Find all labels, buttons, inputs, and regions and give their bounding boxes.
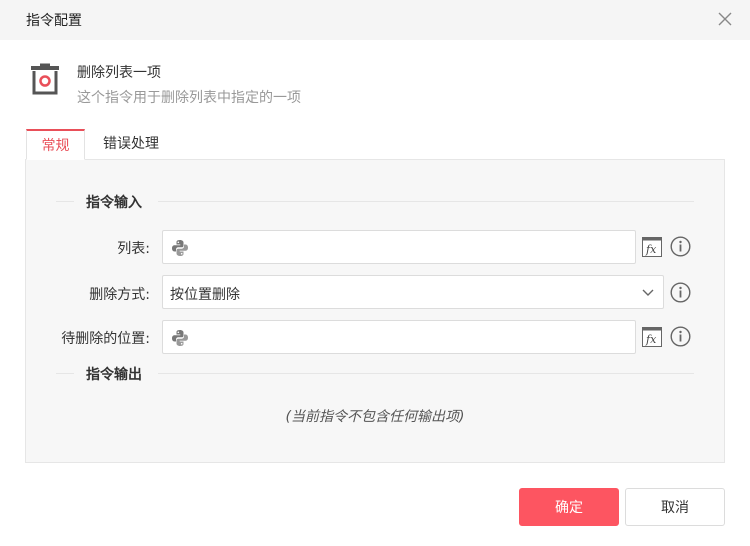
python-icon [171, 239, 189, 257]
tab-general[interactable]: 常规 [26, 129, 85, 160]
position-input[interactable] [162, 320, 636, 354]
tab-error-handling[interactable]: 错误处理 [88, 129, 174, 160]
svg-text:fx: fx [645, 333, 657, 346]
outputs-section-title: 指令输出 [86, 367, 142, 383]
python-icon [171, 329, 189, 347]
chevron-down-icon [641, 285, 655, 299]
section-divider [56, 201, 74, 202]
info-icon[interactable] [670, 282, 691, 303]
section-divider [158, 201, 694, 202]
dialog-title: 指令配置 [26, 13, 82, 29]
close-icon[interactable] [715, 9, 735, 29]
info-icon[interactable] [670, 326, 691, 347]
dialog-titlebar: 指令配置 [0, 0, 750, 40]
delete-mode-label: 删除方式: [89, 287, 150, 303]
command-name: 删除列表一项 [77, 65, 161, 81]
confirm-button[interactable]: 确定 [519, 488, 619, 526]
section-divider [56, 373, 74, 374]
list-field-label: 列表: [117, 241, 150, 257]
fx-expression-icon[interactable]: fx [642, 237, 662, 257]
position-field-label: 待删除的位置: [61, 331, 150, 347]
no-output-note: (当前指令不包含任何输出项) [285, 409, 465, 425]
list-input[interactable] [162, 230, 636, 264]
cancel-button[interactable]: 取消 [625, 488, 725, 526]
delete-mode-select[interactable]: 按位置删除 [162, 275, 664, 309]
svg-text:fx: fx [645, 243, 657, 256]
fx-expression-icon[interactable]: fx [642, 327, 662, 347]
inputs-section-title: 指令输入 [86, 195, 142, 211]
info-icon[interactable] [670, 236, 691, 257]
trash-icon [28, 62, 62, 96]
section-divider [158, 373, 694, 374]
command-description: 这个指令用于删除列表中指定的一项 [77, 90, 301, 106]
delete-mode-value: 按位置删除 [170, 287, 240, 303]
